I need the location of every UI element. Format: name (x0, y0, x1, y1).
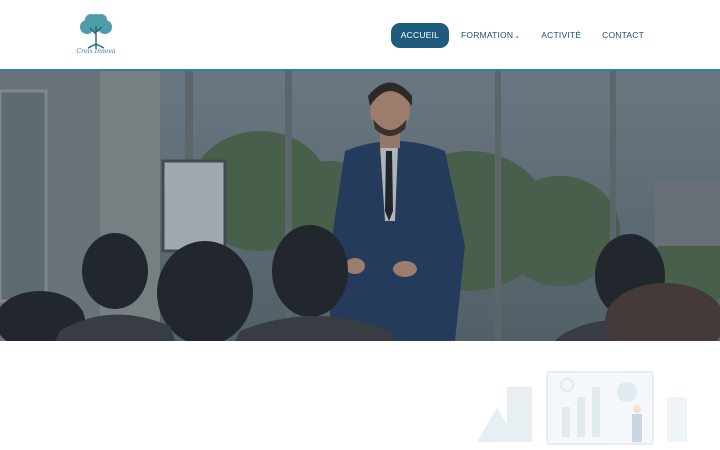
brand-logo-text: Croix Innova (76, 48, 116, 55)
nav-item-accueil[interactable]: ACCUEIL (390, 22, 450, 48)
main-nav: ACCUEIL FORMATION ⌄ ACTIVITÉ CONTACT (390, 22, 644, 48)
presentation-illustration-icon (477, 371, 687, 445)
nav-item-activite[interactable]: ACTIVITÉ (541, 30, 581, 40)
nav-item-label: ACTIVITÉ (541, 30, 582, 40)
site-header: Croix Innova ACCUEIL FORMATION ⌄ ACTIVIT… (0, 0, 720, 69)
hero-presenter-image (0, 71, 720, 341)
nav-item-formation[interactable]: FORMATION ⌄ (461, 30, 520, 40)
nav-item-contact[interactable]: CONTACT (602, 30, 644, 40)
hero-banner (0, 69, 720, 341)
nav-item-label: CONTACT (602, 30, 644, 40)
nav-item-label: FORMATION (461, 30, 514, 40)
tree-logo-icon (80, 14, 112, 49)
nav-item-label: ACCUEIL (400, 30, 440, 40)
chevron-down-icon: ⌄ (514, 32, 521, 40)
content-section (0, 341, 720, 450)
brand-logo[interactable]: Croix Innova (74, 12, 118, 60)
